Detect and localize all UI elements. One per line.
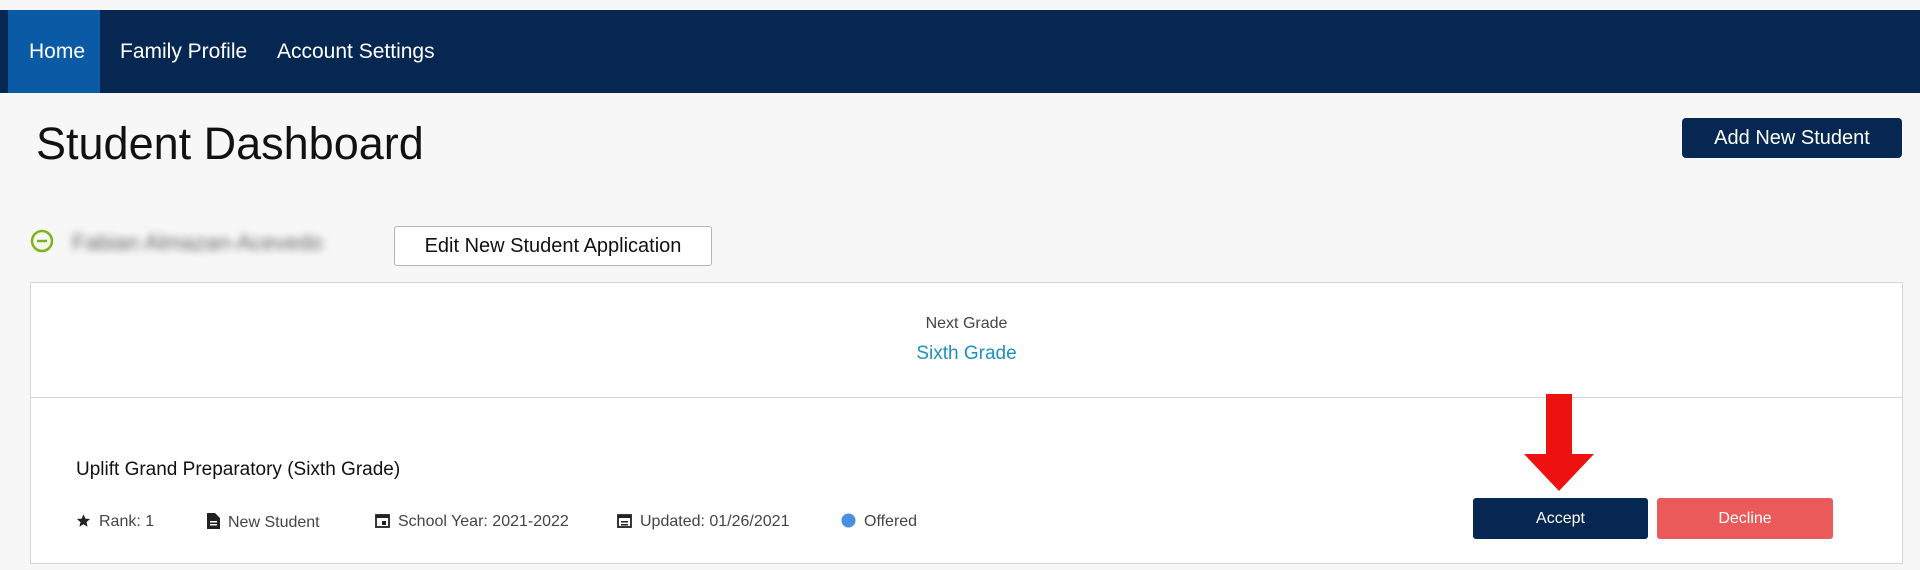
nav-account-settings[interactable]: Account Settings bbox=[257, 10, 455, 93]
rank-info: Rank: 1 bbox=[76, 513, 154, 531]
application-card: Next Grade Sixth Grade Uplift Grand Prep… bbox=[30, 282, 1903, 564]
nav-family-profile[interactable]: Family Profile bbox=[100, 10, 267, 93]
next-grade-label: Next Grade bbox=[925, 315, 1008, 332]
minus-circle-icon[interactable] bbox=[30, 229, 54, 253]
add-new-student-button[interactable]: Add New Student bbox=[1682, 118, 1902, 158]
status-info: Offered bbox=[841, 513, 917, 531]
dot-icon bbox=[841, 513, 856, 528]
document-icon bbox=[207, 513, 220, 529]
rank-text: Rank: 1 bbox=[99, 513, 155, 530]
next-grade-section: Next Grade Sixth Grade bbox=[31, 283, 1902, 398]
student-type-text: New Student bbox=[228, 514, 320, 531]
calendar-icon bbox=[617, 514, 632, 528]
star-icon bbox=[76, 514, 91, 527]
decline-button[interactable]: Decline bbox=[1657, 498, 1833, 539]
school-name: Uplift Grand Preparatory (Sixth Grade) bbox=[76, 459, 401, 480]
accept-button[interactable]: Accept bbox=[1473, 498, 1648, 539]
status-text: Offered bbox=[864, 513, 918, 530]
student-name: Fabian Almazan-Acevedo bbox=[72, 230, 323, 255]
nav-home[interactable]: Home bbox=[8, 10, 100, 93]
calendar-icon bbox=[375, 514, 390, 528]
top-navigation-bar: Home Family Profile Account Settings bbox=[0, 10, 1920, 93]
updated-info: Updated: 01/26/2021 bbox=[617, 513, 789, 531]
page-title: Student Dashboard bbox=[36, 118, 424, 169]
edit-application-button[interactable]: Edit New Student Application bbox=[394, 226, 712, 266]
school-year-text: School Year: 2021-2022 bbox=[398, 513, 569, 530]
student-type-info: New Student bbox=[207, 513, 320, 532]
down-arrow-icon bbox=[1524, 394, 1594, 491]
updated-text: Updated: 01/26/2021 bbox=[640, 513, 790, 530]
school-year-info: School Year: 2021-2022 bbox=[375, 513, 569, 531]
next-grade-value: Sixth Grade bbox=[916, 343, 1017, 364]
